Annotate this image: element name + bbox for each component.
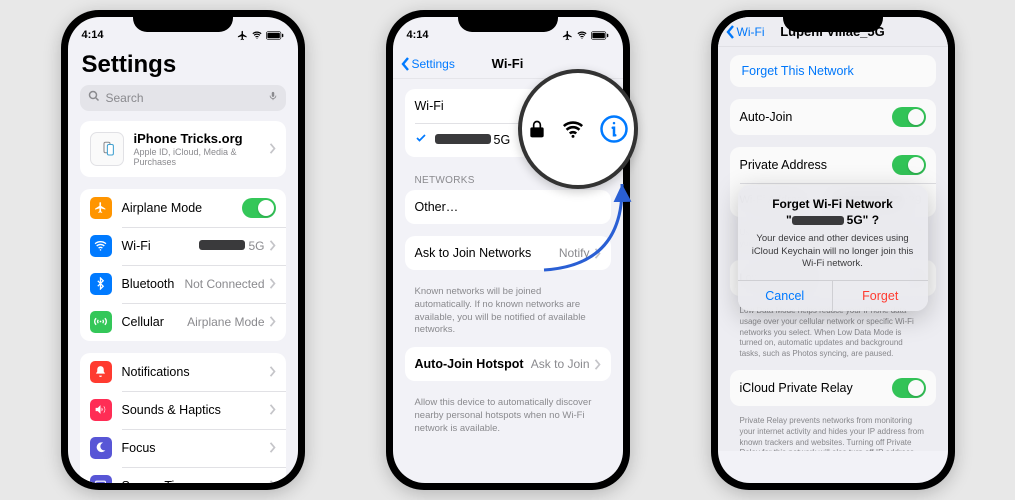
- chevron-right-icon: [269, 366, 276, 377]
- chevron-right-icon: [269, 278, 276, 289]
- chevron-right-icon: [594, 359, 601, 370]
- airplane-icon: [237, 30, 248, 41]
- checkmark-icon: [415, 131, 427, 149]
- other-network-row[interactable]: Other…: [405, 190, 611, 224]
- apple-id-sub: Apple ID, iCloud, Media & Purchases: [134, 147, 269, 167]
- chevron-right-icon: [269, 404, 276, 415]
- page-title: Settings: [68, 49, 298, 85]
- battery-icon: [591, 31, 609, 40]
- status-time: 4:14: [407, 29, 429, 41]
- chevron-right-icon: [269, 143, 276, 154]
- row-airplane-mode[interactable]: Airplane Mode: [80, 189, 286, 227]
- ask-footer: Known networks will be joined automatica…: [393, 282, 623, 347]
- search-icon: [88, 89, 100, 107]
- search-input[interactable]: Search: [80, 85, 286, 111]
- chevron-right-icon: [269, 316, 276, 327]
- row-wifi[interactable]: Wi-Fi 5G: [80, 227, 286, 265]
- phone-settings: 4:14 Settings Search iPhone: [61, 10, 305, 490]
- apple-id-icon: [90, 132, 124, 166]
- chevron-right-icon: [594, 248, 601, 259]
- phone-wifi: 4:14 Settings Wi-Fi Wi-Fi: [386, 10, 630, 490]
- back-button[interactable]: Settings: [401, 49, 455, 78]
- row-focus[interactable]: Focus: [80, 429, 286, 467]
- cellular-icon: [90, 311, 112, 333]
- modal-body: Your device and other devices using iClo…: [750, 233, 916, 270]
- status-time: 4:14: [82, 29, 104, 41]
- apple-id-row[interactable]: iPhone Tricks.org Apple ID, iCloud, Medi…: [80, 121, 286, 177]
- row-notifications[interactable]: Notifications: [80, 353, 286, 391]
- notch: [458, 10, 558, 32]
- info-icon[interactable]: [599, 114, 629, 144]
- lock-icon: [527, 116, 547, 142]
- wifi-icon: [559, 118, 587, 140]
- airplane-icon: [562, 30, 573, 41]
- airplane-toggle[interactable]: [242, 198, 276, 218]
- apple-id-name: iPhone Tricks.org: [134, 131, 269, 147]
- row-bluetooth[interactable]: Bluetooth Not Connected: [80, 265, 286, 303]
- chevron-right-icon: [269, 442, 276, 453]
- phone-network-detail: 4:14 Wi-Fi Lupeni Villae_5G Forget This …: [711, 10, 955, 490]
- notifications-icon: [90, 361, 112, 383]
- search-placeholder: Search: [106, 91, 262, 105]
- auto-join-hotspot-row[interactable]: Auto-Join Hotspot Ask to Join: [405, 347, 611, 381]
- row-sounds[interactable]: Sounds & Haptics: [80, 391, 286, 429]
- airplane-icon: [90, 197, 112, 219]
- wifi-value: 5G: [199, 239, 264, 253]
- cancel-button[interactable]: Cancel: [738, 281, 833, 311]
- mic-icon[interactable]: [268, 89, 278, 107]
- wifi-icon: [251, 30, 263, 40]
- wifi-icon: [576, 30, 588, 40]
- forget-confirm-modal: Forget Wi-Fi Network "5G" ? Your device …: [738, 185, 928, 311]
- hotspot-footer: Allow this device to automatically disco…: [393, 393, 623, 445]
- notch: [133, 10, 233, 32]
- focus-icon: [90, 437, 112, 459]
- modal-title: Forget Wi-Fi Network "5G" ?: [750, 197, 916, 228]
- magnifier-callout: [518, 69, 638, 189]
- nav-title: Wi-Fi: [492, 56, 524, 71]
- row-cellular[interactable]: Cellular Airplane Mode: [80, 303, 286, 341]
- battery-icon: [266, 31, 284, 40]
- ask-to-join-row[interactable]: Ask to Join Networks Notify: [405, 236, 611, 270]
- bluetooth-icon: [90, 273, 112, 295]
- chevron-right-icon: [269, 240, 276, 251]
- chevron-right-icon: [269, 480, 276, 483]
- screen-time-icon: [90, 475, 112, 483]
- row-screen-time[interactable]: Screen Time: [80, 467, 286, 483]
- wifi-icon: [90, 235, 112, 257]
- forget-button[interactable]: Forget: [832, 281, 928, 311]
- sounds-icon: [90, 399, 112, 421]
